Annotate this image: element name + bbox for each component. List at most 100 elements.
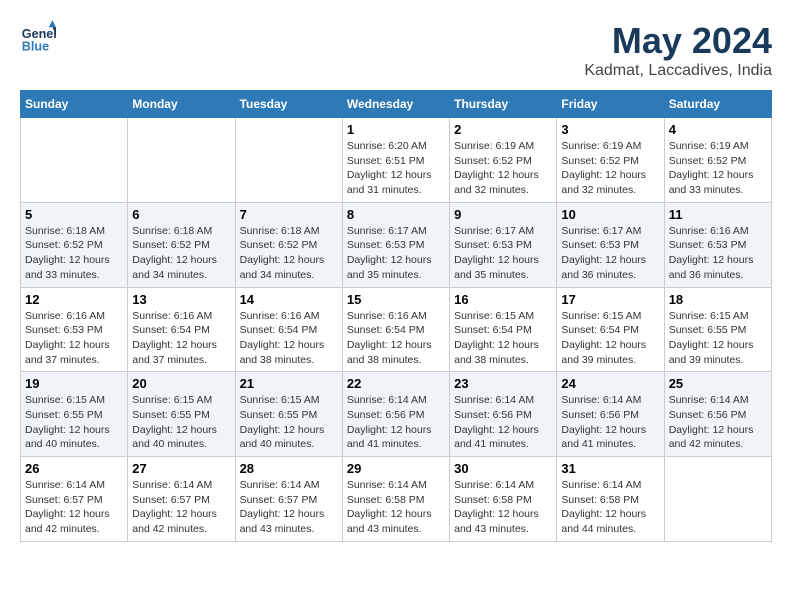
day-info: Sunrise: 6:14 AM Sunset: 6:56 PM Dayligh…: [561, 393, 659, 452]
weekday-row: SundayMondayTuesdayWednesdayThursdayFrid…: [21, 91, 772, 118]
day-info: Sunrise: 6:17 AM Sunset: 6:53 PM Dayligh…: [454, 224, 552, 283]
day-number: 11: [669, 207, 767, 222]
calendar-header: SundayMondayTuesdayWednesdayThursdayFrid…: [21, 91, 772, 118]
day-number: 10: [561, 207, 659, 222]
calendar-cell: 15Sunrise: 6:16 AM Sunset: 6:54 PM Dayli…: [342, 287, 449, 372]
calendar-cell: [128, 118, 235, 203]
calendar-table: SundayMondayTuesdayWednesdayThursdayFrid…: [20, 90, 772, 542]
calendar-cell: [664, 457, 771, 542]
calendar-cell: 19Sunrise: 6:15 AM Sunset: 6:55 PM Dayli…: [21, 372, 128, 457]
day-number: 31: [561, 461, 659, 476]
day-info: Sunrise: 6:19 AM Sunset: 6:52 PM Dayligh…: [561, 139, 659, 198]
day-number: 29: [347, 461, 445, 476]
calendar-cell: 27 Sunrise: 6:14 AM Sunset: 6:57 PM Dayli…: [128, 457, 235, 542]
calendar-cell: 18 Sunrise: 6:15 AM Sunset: 6:55 PM Dayli…: [664, 287, 771, 372]
day-info: Sunrise: 6:15 AM Sunset: 6:55 PM Dayligh…: [669, 309, 767, 368]
calendar-cell: [235, 118, 342, 203]
weekday-header-tuesday: Tuesday: [235, 91, 342, 118]
calendar-cell: 10 Sunrise: 6:17 AM Sunset: 6:53 PM Dayli…: [557, 202, 664, 287]
day-number: 14: [240, 292, 338, 307]
day-number: 24: [561, 376, 659, 391]
day-number: 4: [669, 122, 767, 137]
day-info: Sunrise: 6:14 AM Sunset: 6:58 PM Dayligh…: [561, 478, 659, 537]
day-number: 18: [669, 292, 767, 307]
day-info: Sunrise: 6:16 AM Sunset: 6:53 PM Dayligh…: [25, 309, 123, 368]
day-number: 1: [347, 122, 445, 137]
logo: General Blue: [20, 20, 56, 56]
day-info: Sunrise: 6:15 AM Sunset: 6:54 PM Dayligh…: [561, 309, 659, 368]
day-info: Sunrise: 6:16 AM Sunset: 6:54 PM Dayligh…: [347, 309, 445, 368]
day-number: 27: [132, 461, 230, 476]
calendar-cell: 23 Sunrise: 6:14 AM Sunset: 6:56 PM Dayli…: [450, 372, 557, 457]
weekday-header-sunday: Sunday: [21, 91, 128, 118]
day-info: Sunrise: 6:17 AM Sunset: 6:53 PM Dayligh…: [561, 224, 659, 283]
weekday-header-wednesday: Wednesday: [342, 91, 449, 118]
day-number: 22: [347, 376, 445, 391]
day-info: Sunrise: 6:18 AM Sunset: 6:52 PM Dayligh…: [25, 224, 123, 283]
calendar-cell: [21, 118, 128, 203]
day-number: 2: [454, 122, 552, 137]
day-info: Sunrise: 6:14 AM Sunset: 6:58 PM Dayligh…: [347, 478, 445, 537]
day-number: 16: [454, 292, 552, 307]
calendar-cell: 13 Sunrise: 6:16 AM Sunset: 6:54 PM Dayli…: [128, 287, 235, 372]
day-number: 20: [132, 376, 230, 391]
calendar-cell: 5Sunrise: 6:18 AM Sunset: 6:52 PM Daylig…: [21, 202, 128, 287]
day-info: Sunrise: 6:14 AM Sunset: 6:57 PM Dayligh…: [240, 478, 338, 537]
day-info: Sunrise: 6:14 AM Sunset: 6:56 PM Dayligh…: [347, 393, 445, 452]
svg-text:Blue: Blue: [22, 40, 49, 54]
day-number: 12: [25, 292, 123, 307]
month-title: May 2024: [584, 20, 772, 62]
day-info: Sunrise: 6:18 AM Sunset: 6:52 PM Dayligh…: [132, 224, 230, 283]
page-header: General Blue May 2024 Kadmat, Laccadives…: [20, 20, 772, 80]
day-number: 13: [132, 292, 230, 307]
calendar-cell: 11 Sunrise: 6:16 AM Sunset: 6:53 PM Dayli…: [664, 202, 771, 287]
day-info: Sunrise: 6:20 AM Sunset: 6:51 PM Dayligh…: [347, 139, 445, 198]
day-info: Sunrise: 6:15 AM Sunset: 6:54 PM Dayligh…: [454, 309, 552, 368]
day-number: 19: [25, 376, 123, 391]
calendar-cell: 1 Sunrise: 6:20 AM Sunset: 6:51 PM Daylig…: [342, 118, 449, 203]
calendar-cell: 9 Sunrise: 6:17 AM Sunset: 6:53 PM Daylig…: [450, 202, 557, 287]
calendar-cell: 22 Sunrise: 6:14 AM Sunset: 6:56 PM Dayli…: [342, 372, 449, 457]
calendar-cell: 26 Sunrise: 6:14 AM Sunset: 6:57 PM Dayli…: [21, 457, 128, 542]
title-area: May 2024 Kadmat, Laccadives, India: [584, 20, 772, 80]
calendar-cell: 14 Sunrise: 6:16 AM Sunset: 6:54 PM Dayli…: [235, 287, 342, 372]
day-info: Sunrise: 6:14 AM Sunset: 6:56 PM Dayligh…: [454, 393, 552, 452]
location-title: Kadmat, Laccadives, India: [584, 62, 772, 80]
day-info: Sunrise: 6:14 AM Sunset: 6:57 PM Dayligh…: [132, 478, 230, 537]
day-number: 26: [25, 461, 123, 476]
day-info: Sunrise: 6:17 AM Sunset: 6:53 PM Dayligh…: [347, 224, 445, 283]
day-number: 7: [240, 207, 338, 222]
day-info: Sunrise: 6:16 AM Sunset: 6:53 PM Dayligh…: [669, 224, 767, 283]
calendar-cell: 16 Sunrise: 6:15 AM Sunset: 6:54 PM Dayli…: [450, 287, 557, 372]
calendar-cell: 20 Sunrise: 6:15 AM Sunset: 6:55 PM Dayli…: [128, 372, 235, 457]
calendar-cell: 12 Sunrise: 6:16 AM Sunset: 6:53 PM Dayli…: [21, 287, 128, 372]
day-info: Sunrise: 6:19 AM Sunset: 6:52 PM Dayligh…: [669, 139, 767, 198]
day-info: Sunrise: 6:14 AM Sunset: 6:57 PM Dayligh…: [25, 478, 123, 537]
day-info: Sunrise: 6:16 AM Sunset: 6:54 PM Dayligh…: [240, 309, 338, 368]
day-number: 17: [561, 292, 659, 307]
day-number: 23: [454, 376, 552, 391]
calendar-cell: 21Sunrise: 6:15 AM Sunset: 6:55 PM Dayli…: [235, 372, 342, 457]
calendar-week-3: 19 Sunrise: 6:15 AM Sunset: 6:55 PM Dayli…: [21, 372, 772, 457]
day-number: 6: [132, 207, 230, 222]
day-info: Sunrise: 6:16 AM Sunset: 6:54 PM Dayligh…: [132, 309, 230, 368]
weekday-header-saturday: Saturday: [664, 91, 771, 118]
day-info: Sunrise: 6:19 AM Sunset: 6:52 PM Dayligh…: [454, 139, 552, 198]
day-number: 3: [561, 122, 659, 137]
calendar-cell: 7Sunrise: 6:18 AM Sunset: 6:52 PM Daylig…: [235, 202, 342, 287]
calendar-cell: 30Sunrise: 6:14 AM Sunset: 6:58 PM Dayli…: [450, 457, 557, 542]
calendar-cell: 4 Sunrise: 6:19 AM Sunset: 6:52 PM Daylig…: [664, 118, 771, 203]
calendar-cell: 6 Sunrise: 6:18 AM Sunset: 6:52 PM Daylig…: [128, 202, 235, 287]
calendar-cell: 31 Sunrise: 6:14 AM Sunset: 6:58 PM Dayli…: [557, 457, 664, 542]
calendar-week-2: 12 Sunrise: 6:16 AM Sunset: 6:53 PM Dayli…: [21, 287, 772, 372]
day-number: 9: [454, 207, 552, 222]
day-info: Sunrise: 6:15 AM Sunset: 6:55 PM Dayligh…: [240, 393, 338, 452]
calendar-week-4: 26 Sunrise: 6:14 AM Sunset: 6:57 PM Dayli…: [21, 457, 772, 542]
day-info: Sunrise: 6:15 AM Sunset: 6:55 PM Dayligh…: [132, 393, 230, 452]
calendar-week-0: 1 Sunrise: 6:20 AM Sunset: 6:51 PM Daylig…: [21, 118, 772, 203]
calendar-cell: 29 Sunrise: 6:14 AM Sunset: 6:58 PM Dayli…: [342, 457, 449, 542]
calendar-cell: 17 Sunrise: 6:15 AM Sunset: 6:54 PM Dayli…: [557, 287, 664, 372]
day-number: 25: [669, 376, 767, 391]
logo-icon: General Blue: [20, 20, 56, 56]
calendar-cell: 25Sunrise: 6:14 AM Sunset: 6:56 PM Dayli…: [664, 372, 771, 457]
